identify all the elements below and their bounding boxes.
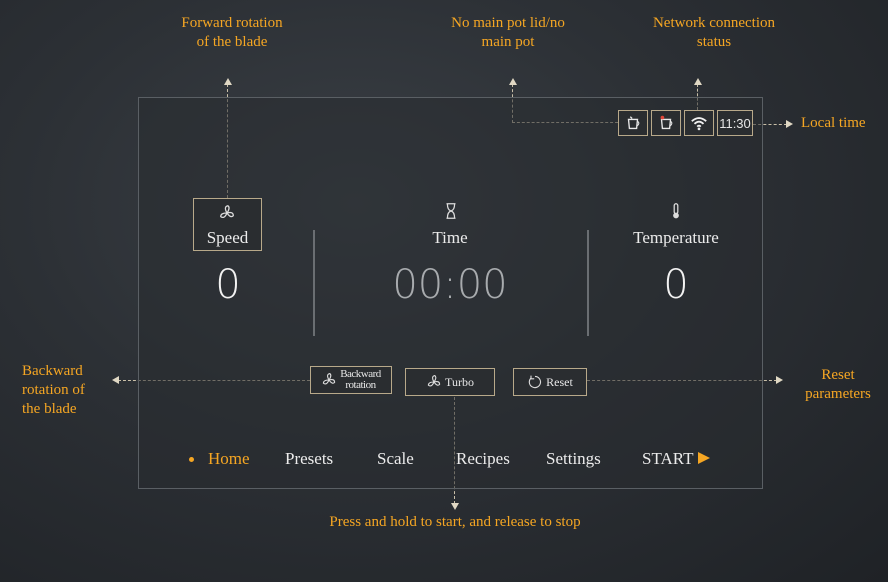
thermometer-icon xyxy=(673,203,679,219)
time-value[interactable]: 00:00 xyxy=(370,262,530,308)
callout-network-status-line1: Network connection xyxy=(652,15,776,31)
callout-press-hold: Press and hold to start, and release to … xyxy=(329,514,581,530)
callout-local-time: Local time xyxy=(801,115,866,131)
leader-local-time-arrow xyxy=(786,120,793,128)
pot-lid-icon xyxy=(627,116,640,130)
callout-reset-parameters-line2: parameters xyxy=(805,386,871,402)
nav-presets[interactable]: Presets xyxy=(285,449,333,469)
speed-value: 0 xyxy=(215,262,241,308)
reset-icon xyxy=(528,375,542,389)
leader-no-pot-arrow xyxy=(509,78,517,85)
local-time-display: 11:30 xyxy=(717,110,753,136)
leader-backward-arrow xyxy=(112,376,119,384)
backward-rotation-label: Backward rotation xyxy=(340,369,381,391)
callout-backward-rotation-line1: Backward xyxy=(22,363,83,379)
callout-no-pot-lid-line2: main pot xyxy=(481,34,535,50)
time-label: Time xyxy=(432,228,468,247)
divider-right xyxy=(587,230,589,336)
pot-status xyxy=(651,110,681,136)
nav-home-bullet xyxy=(189,457,194,462)
callout-backward-rotation-line2: rotation of xyxy=(22,382,85,398)
leader-network-arrow xyxy=(694,78,702,85)
nav-scale[interactable]: Scale xyxy=(377,449,414,469)
pot-lid-status xyxy=(618,110,648,136)
turbo-fan-icon xyxy=(427,375,441,387)
callout-reset-parameters-line1: Reset xyxy=(821,367,855,383)
callout-no-pot-lid-line1: No main pot lid/no xyxy=(451,15,565,31)
backward-rotation-button[interactable]: Backward rotation xyxy=(310,366,392,394)
leader-turbo-arrow xyxy=(451,503,459,510)
leader-forward-arrow xyxy=(224,78,232,85)
leader-reset-arrow xyxy=(776,376,783,384)
nav-recipes[interactable]: Recipes xyxy=(456,449,510,469)
start-button[interactable]: START xyxy=(642,449,711,469)
callout-backward-rotation-line3: the blade xyxy=(22,401,77,417)
nav-settings[interactable]: Settings xyxy=(546,449,601,469)
callout-backward-rotation: Backward rotation of the blade xyxy=(22,362,85,419)
turbo-button[interactable]: Turbo xyxy=(405,368,495,396)
speed-box[interactable]: Speed xyxy=(193,198,262,251)
start-label: START xyxy=(642,449,694,468)
callout-reset-parameters: Reset parameters xyxy=(792,366,884,404)
backward-label-line2: rotation xyxy=(345,379,376,391)
backward-fan-icon xyxy=(323,373,336,385)
callout-forward-rotation-line1: Forward rotation xyxy=(181,15,283,31)
pot-icon xyxy=(660,115,673,130)
callout-forward-rotation: Forward rotation of the blade xyxy=(160,14,304,52)
callout-forward-rotation-line2: of the blade xyxy=(196,34,268,50)
play-icon xyxy=(698,452,711,464)
callout-no-pot-lid: No main pot lid/no main pot xyxy=(424,14,592,52)
reset-button[interactable]: Reset xyxy=(513,368,587,396)
hourglass-icon xyxy=(446,203,456,219)
reset-label: Reset xyxy=(546,374,573,389)
callout-network-status: Network connection status xyxy=(628,14,800,52)
divider-left xyxy=(313,230,315,336)
fan-icon xyxy=(220,205,234,219)
temperature-value: 0 xyxy=(663,262,689,308)
wifi-icon xyxy=(691,117,707,131)
nav-home[interactable]: Home xyxy=(208,449,250,469)
temperature-label: Temperature xyxy=(633,228,719,247)
turbo-label: Turbo xyxy=(445,374,474,389)
network-status xyxy=(684,110,714,136)
callout-network-status-line2: status xyxy=(696,34,732,50)
speed-label: Speed xyxy=(206,228,249,247)
